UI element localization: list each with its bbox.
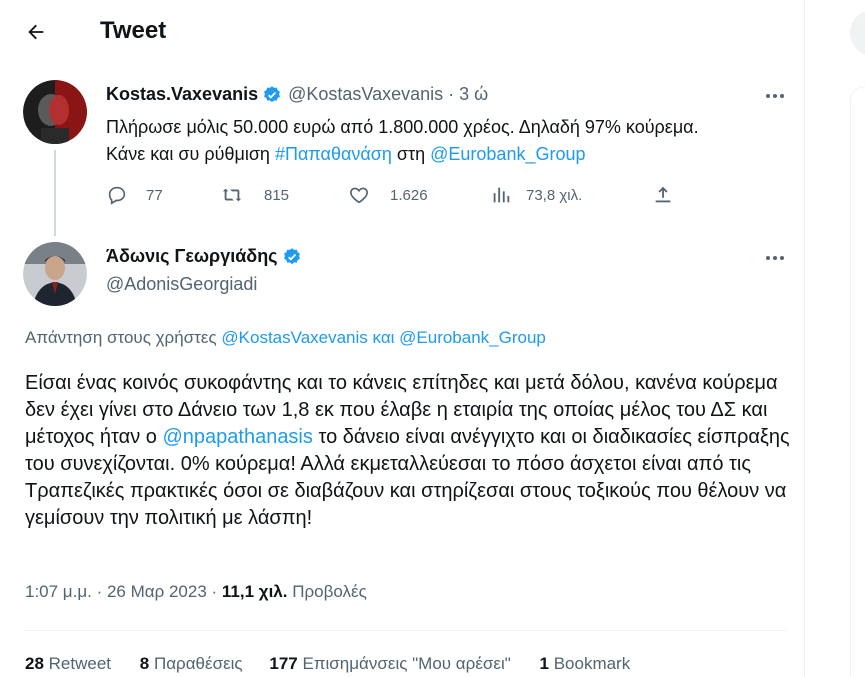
replying-prefix: Απάντηση στους χρήστες xyxy=(25,328,222,347)
share-icon xyxy=(655,186,671,203)
tweet-metadata: 1:07 μ.μ. · 26 Μαρ 2023 · 11,1 χιλ. Προβ… xyxy=(25,582,367,602)
thread-connector-line xyxy=(54,150,56,236)
avatar-adonis[interactable] xyxy=(23,242,87,306)
retweet-icon xyxy=(222,188,242,202)
stat-likes[interactable]: 177 Επισημάνσεις "Μου αρέσει" xyxy=(269,654,510,674)
views-chart-icon xyxy=(493,187,510,203)
verified-badge-icon xyxy=(283,247,300,264)
stat-count: 177 xyxy=(269,654,298,673)
like-count: 1.626 xyxy=(390,186,428,204)
stat-label: Retweet xyxy=(43,654,112,673)
more-dots-icon xyxy=(766,256,784,260)
views-label: Προβολές xyxy=(287,582,367,601)
tweet-age[interactable]: · 3 ώ xyxy=(448,84,488,105)
reply-more-button[interactable] xyxy=(758,246,792,270)
sidebar-card xyxy=(850,86,865,677)
share-action[interactable] xyxy=(652,184,674,206)
engagement-stats: 28 Retweet 8 Παραθέσεις 177 Επισημάνσεις… xyxy=(25,654,654,674)
stat-label: Επισημάνσεις "Μου αρέσει" xyxy=(297,654,511,673)
tweet-timestamp[interactable]: 1:07 μ.μ. · 26 Μαρ 2023 · xyxy=(25,582,222,601)
stat-label: Bookmark xyxy=(548,654,631,673)
original-text-segment: στη xyxy=(391,144,431,164)
reply-icon xyxy=(108,186,126,205)
replying-to: Απάντηση στους χρήστες @KostasVaxevanis … xyxy=(25,328,546,348)
reply-author-handle[interactable]: @AdonisGeorgiadi xyxy=(106,274,257,295)
reply-author-name[interactable]: Άδωνις Γεωργιάδης xyxy=(106,246,278,267)
mention-link[interactable]: @Eurobank_Group xyxy=(430,144,585,164)
stat-count: 8 xyxy=(139,654,150,673)
reply-tweet-text: Είσαι ένας κοινός συκοφάντης και το κάνε… xyxy=(25,370,795,532)
page-header: Tweet xyxy=(0,0,805,62)
mention-link[interactable]: @npapathanasis xyxy=(162,426,312,448)
stat-count: 28 xyxy=(25,654,44,673)
retweet-count: 815 xyxy=(264,186,290,204)
back-button[interactable] xyxy=(18,14,54,50)
views-count: 73,8 χιλ. xyxy=(526,186,583,204)
original-more-button[interactable] xyxy=(758,84,792,108)
like-action[interactable]: 1.626 xyxy=(348,184,428,206)
author-name[interactable]: Kostas.Vaxevanis xyxy=(106,84,258,105)
heart-icon xyxy=(350,187,368,204)
original-action-bar: 77 815 1.626 73,8 χιλ. xyxy=(106,184,686,210)
views-total: 11,1 χιλ. xyxy=(221,582,288,601)
reply-action[interactable]: 77 xyxy=(106,184,163,206)
main-column: Tweet Kostas.Vaxevanis @KostasVaxevanis … xyxy=(0,0,805,677)
more-dots-icon xyxy=(766,94,784,98)
original-text-line1: Πλήρωσε μόλις 50.000 ευρώ από 1.800.000 … xyxy=(106,117,699,137)
page-title: Tweet xyxy=(100,17,167,44)
verified-badge-icon xyxy=(264,85,281,102)
views-action[interactable]: 73,8 χιλ. xyxy=(490,184,582,206)
stat-label: Παραθέσεις xyxy=(149,654,243,673)
replying-user-link[interactable]: @Eurobank_Group xyxy=(399,328,546,347)
stat-count: 1 xyxy=(539,654,549,673)
reply-count: 77 xyxy=(146,186,163,204)
reply-author-row: Άδωνις Γεωργιάδης xyxy=(106,246,302,267)
replying-joiner: και xyxy=(367,328,400,347)
original-tweet-text: Πλήρωσε μόλις 50.000 ευρώ από 1.800.000 … xyxy=(106,114,796,168)
stat-bookmarks[interactable]: 1 Bookmark xyxy=(540,654,631,674)
right-sidebar xyxy=(806,0,865,677)
search-box[interactable] xyxy=(850,10,865,56)
profile-photo-icon xyxy=(23,242,87,306)
stat-quotes[interactable]: 8 Παραθέσεις xyxy=(140,654,243,674)
back-arrow-icon xyxy=(28,24,44,40)
author-handle[interactable]: @KostasVaxevanis xyxy=(288,84,443,105)
original-tweet-header: Kostas.Vaxevanis @KostasVaxevanis · 3 ώ xyxy=(106,84,488,105)
original-text-segment: Κάνε και συ ρύθμιση xyxy=(106,144,275,164)
original-text-line2: Κάνε και συ ρύθμιση #Παπαθανάση στη @Eur… xyxy=(106,141,796,168)
profile-photo-icon xyxy=(23,80,87,144)
stat-retweets[interactable]: 28 Retweet xyxy=(25,654,111,674)
hashtag-link[interactable]: #Παπαθανάση xyxy=(275,144,392,164)
avatar-kostas[interactable] xyxy=(23,80,87,144)
retweet-action[interactable]: 815 xyxy=(220,184,289,206)
replying-user-link[interactable]: @KostasVaxevanis xyxy=(221,328,367,347)
divider xyxy=(25,630,787,631)
